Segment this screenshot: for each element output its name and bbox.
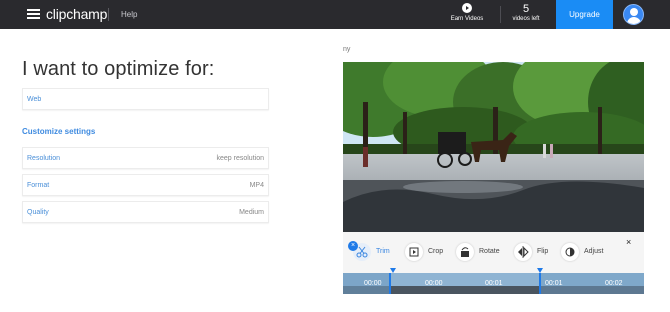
rotate-icon — [456, 243, 474, 261]
avatar-body-icon — [627, 17, 641, 24]
setting-value: keep resolution — [216, 155, 264, 162]
avatar-head-icon — [630, 8, 638, 16]
setting-value: MP4 — [249, 182, 264, 189]
crop-icon — [405, 243, 423, 261]
earn-videos-button[interactable]: Earn Videos — [447, 3, 487, 22]
videos-left-counter: 5 videos left — [508, 3, 544, 22]
setting-key: Resolution — [27, 155, 61, 162]
timecode: 00:02 — [605, 280, 623, 287]
video-filename: ny — [343, 46, 351, 53]
setting-key: Quality — [27, 209, 49, 216]
user-avatar[interactable] — [623, 4, 644, 25]
setting-value: Medium — [239, 209, 264, 216]
timecode: 00:01 — [485, 280, 503, 287]
video-preview[interactable] — [343, 62, 644, 232]
play-icon — [462, 3, 472, 13]
divider — [108, 8, 109, 21]
video-frame-image — [343, 62, 644, 232]
menu-icon[interactable] — [27, 9, 40, 19]
setting-row-quality[interactable]: Quality Medium — [22, 201, 269, 223]
clipchamp-logo[interactable]: clipchamp — [46, 6, 107, 22]
flip-label: Flip — [537, 248, 549, 255]
videos-left-count: 5 — [522, 3, 530, 15]
earn-videos-label: Earn Videos — [450, 16, 484, 22]
help-link[interactable]: Help — [121, 10, 137, 19]
optimize-option-web[interactable]: Web — [22, 88, 269, 110]
adjust-label: Adjust — [584, 248, 604, 255]
timecode: 00:00 — [425, 280, 443, 287]
timecode: 00:01 — [545, 280, 563, 287]
video-timeline[interactable]: 00:00 00:00 00:01 00:01 00:02 — [343, 273, 644, 294]
page-title: I want to optimize for: — [22, 58, 215, 80]
videos-left-label: videos left — [512, 16, 540, 22]
upgrade-button[interactable]: Upgrade — [556, 0, 613, 29]
customize-settings-link[interactable]: Customize settings — [22, 127, 95, 136]
crop-label: Crop — [428, 248, 444, 255]
rotate-label: Rotate — [479, 248, 500, 255]
setting-row-format[interactable]: Format MP4 — [22, 174, 269, 196]
divider — [500, 6, 501, 23]
close-toolbar-button[interactable]: × — [626, 237, 631, 247]
clear-trim-icon[interactable]: × — [348, 241, 358, 251]
top-navigation-bar: clipchamp Help Earn Videos 5 videos left… — [0, 0, 670, 29]
adjust-icon — [561, 243, 579, 261]
trim-label: Trim — [376, 248, 390, 255]
optimize-option-label: Web — [27, 96, 42, 103]
setting-row-resolution[interactable]: Resolution keep resolution — [22, 147, 269, 169]
setting-key: Format — [27, 182, 50, 189]
timecode: 00:00 — [364, 280, 382, 287]
flip-icon — [514, 243, 532, 261]
